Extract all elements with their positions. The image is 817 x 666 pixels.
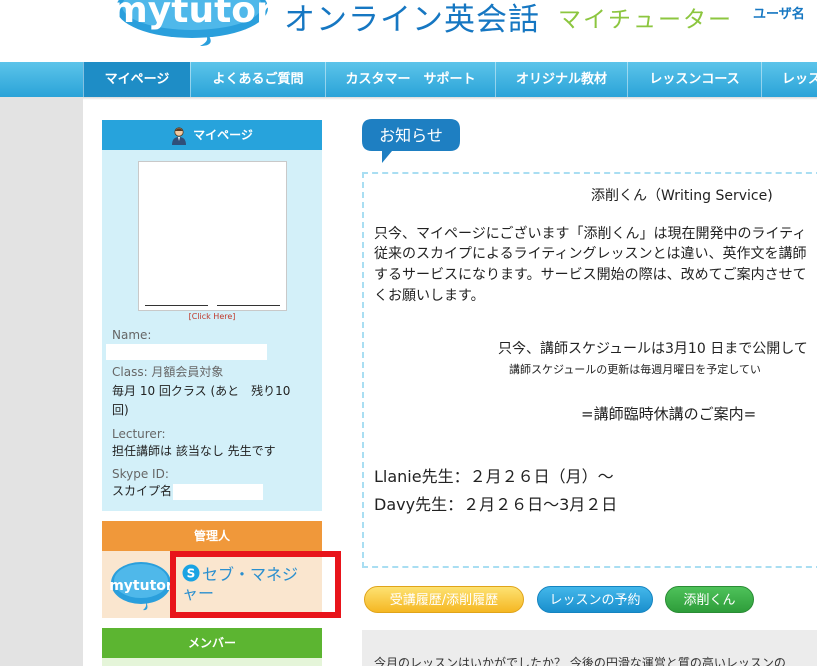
- holiday-title: =講師臨時休講のご案内=: [581, 405, 757, 423]
- user-name-link[interactable]: ユーザ名: [753, 3, 805, 22]
- notice-para-line1: 只今、マイページにございます「添削くん」は現在開発中のライティ: [374, 226, 807, 242]
- svg-text:お知らせ: お知らせ: [379, 126, 443, 145]
- profile-photo[interactable]: [138, 161, 287, 311]
- class-value-line1: 毎月 10 回クラス (あと 残り10: [112, 384, 291, 398]
- mypage-panel-header: マイページ: [102, 120, 322, 150]
- member-panel-header: メンバー: [102, 628, 322, 658]
- notice-board: 添削くん（Writing Service) 只今、マイページにございます「添削く…: [362, 172, 817, 568]
- survey-box: 今月のレッスンはいかがでしたか？ 今後の円滑な運営と質の高いレッスンの: [362, 630, 817, 666]
- main-nav: マイページ よくあるご質問 カスタマー サポート オリジナル教材 レッスンコース…: [0, 62, 817, 100]
- name-value-field: [106, 342, 267, 361]
- holiday-davy: Davy先生：２月２６日～3月２日: [374, 495, 618, 514]
- nav-faq[interactable]: よくあるご質問: [190, 62, 325, 97]
- nav-shadow: [0, 97, 817, 100]
- class-label: Class: 月額会員対象: [112, 365, 224, 379]
- member-panel: [102, 658, 322, 666]
- notice-badge: お知らせ: [362, 119, 460, 163]
- lesson-reserve-button[interactable]: レッスンの予約: [537, 586, 653, 613]
- mytutor-small-logo: mytutor: [110, 562, 172, 611]
- notice-para-line4: くお願いします。: [374, 288, 485, 304]
- notice-para-line3: するサービスになります。サービス開始の際は、改めてご案内させて: [374, 267, 807, 283]
- mytutor-logo[interactable]: mytutor: [112, 0, 272, 48]
- photo-underline-right: [217, 305, 280, 306]
- site-title: オンライン英会話: [284, 2, 540, 38]
- lesson-history-button[interactable]: 受講履歴/添削履歴: [364, 586, 524, 613]
- schedule-line1: 只今、講師スケジュールは3月10 日まで公開して: [498, 341, 808, 357]
- tensaku-button[interactable]: 添削くん: [665, 586, 754, 613]
- schedule-line2: 講師スケジュールの更新は毎週月曜日を予定してい: [509, 363, 761, 376]
- nav-mypage[interactable]: マイページ: [83, 62, 190, 97]
- holiday-llanie: Llanie先生：２月２６日（月）～: [374, 467, 614, 486]
- mypage-panel: マイページ [Click Here] Name: Class: 月額会員対象 毎…: [102, 120, 322, 511]
- notice-heading: 添削くん（Writing Service): [591, 188, 773, 204]
- photo-underline-left: [145, 305, 208, 306]
- highlight-frame: [170, 551, 341, 618]
- admin-panel-header: 管理人: [102, 521, 322, 551]
- skype-value: スカイプ名: [112, 482, 264, 501]
- person-icon: [172, 126, 187, 145]
- survey-text: 今月のレッスンはいかがでしたか？ 今後の円滑な運営と質の高いレッスンの: [374, 656, 786, 666]
- site-subtitle: マイチューター: [558, 7, 733, 33]
- lecturer-value: 担任講師は 該当なし 先生です: [112, 444, 276, 458]
- mypage-panel-title: マイページ: [193, 128, 253, 142]
- svg-text:mytutor: mytutor: [112, 0, 272, 31]
- nav-lesson[interactable]: レッスン: [761, 62, 817, 97]
- svg-text:mytutor: mytutor: [110, 578, 172, 594]
- photo-click-here-link[interactable]: [Click Here]: [102, 312, 322, 321]
- nav-lesson-course[interactable]: レッスンコース: [627, 62, 761, 97]
- page-side-gutter: [0, 97, 83, 666]
- nav-original-materials[interactable]: オリジナル教材: [495, 62, 627, 97]
- site-header: mytutor オンライン英会話 マイチューター ユーザ名: [0, 0, 817, 62]
- nav-customer-support[interactable]: カスタマー サポート: [325, 62, 495, 97]
- notice-para-line2: 従来のスカイプによるライティングレッスンとは違い、英作文を講師: [374, 246, 807, 262]
- class-value-line2: 回): [112, 403, 129, 417]
